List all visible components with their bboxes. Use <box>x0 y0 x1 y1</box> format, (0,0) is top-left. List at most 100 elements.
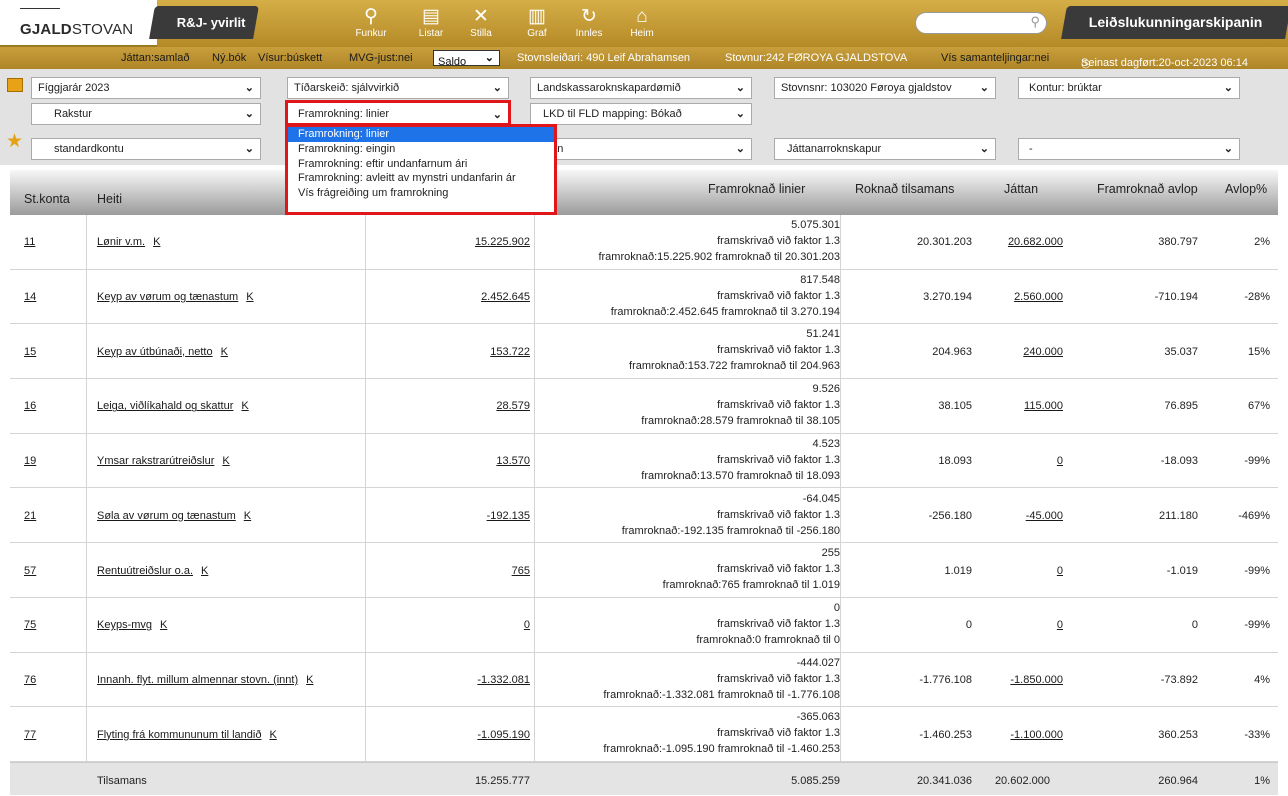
jattan-link[interactable]: 2.560.000 <box>988 291 1063 303</box>
k-link[interactable]: K <box>306 674 313 686</box>
projection-detail: framroknað:-1.095.190 framroknað til -1.… <box>603 743 840 756</box>
account-name-link[interactable]: Innanh. flyt. millum almennar stovn. (in… <box>97 674 298 686</box>
mvg-info[interactable]: MVG-just:nei <box>349 52 413 64</box>
saldo-select[interactable]: Saldo ⌄ <box>433 50 500 68</box>
jattan-link[interactable]: 115.000 <box>988 400 1063 412</box>
mapping-select[interactable]: LKD til FLD mapping: Bókað ⌄ <box>530 103 752 125</box>
header-framroknad[interactable]: Framroknað linier <box>708 182 805 196</box>
k-link[interactable]: K <box>221 346 228 358</box>
k-link[interactable]: K <box>153 236 160 248</box>
nav-listar-button[interactable]: ▤ Listar <box>406 6 456 39</box>
header-roknad[interactable]: Roknað tilsamans <box>855 182 954 196</box>
calendar-icon[interactable] <box>7 78 23 92</box>
nav-graf-button[interactable]: ▥ Graf <box>512 6 562 39</box>
jattan-link[interactable]: -1.850.000 <box>988 674 1063 686</box>
table-row: 75 Keyps-mvg K 0 0 framskrivað við faktor 1.3… <box>10 597 1278 653</box>
account-link[interactable]: 11 <box>24 236 35 248</box>
nav-stilla-button[interactable]: ✕ Stilla <box>456 6 506 39</box>
dash-select[interactable]: - ⌄ <box>1018 138 1240 160</box>
home-icon: ⌂ <box>636 6 648 27</box>
account-name-cell: Keyps-mvg K <box>97 619 167 631</box>
k-link[interactable]: K <box>241 400 248 412</box>
table-row: 19 Ymsar rakstrarútreiðslur K 13.570 4.523 fr… <box>10 433 1278 489</box>
dropdown-option[interactable]: Vís frágreiðing um framrokning <box>288 186 554 201</box>
budget-accounts-select[interactable]: Játtanarroknskapur ⌄ <box>774 138 996 160</box>
footer-label: Tilsamans <box>97 775 147 787</box>
k-link[interactable]: K <box>246 291 253 303</box>
logo[interactable]: GJALDSTOVAN <box>0 0 157 47</box>
account-name-link[interactable]: Rentuútreiðslur o.a. <box>97 565 193 577</box>
account-name-link[interactable]: Keyp av vørum og tænastum <box>97 291 238 303</box>
samanteljingar-info[interactable]: Vís samanteljingar:nei <box>941 52 1049 64</box>
jattan-link[interactable]: -1.100.000 <box>988 729 1063 741</box>
header-avlop-pct[interactable]: Avlop% <box>1225 182 1267 196</box>
unit-tab[interactable]: R&J- yvirlit <box>149 6 259 39</box>
logo-rule <box>20 8 60 9</box>
account-link[interactable]: 57 <box>24 565 36 577</box>
account-link[interactable]: 77 <box>24 729 36 741</box>
dropdown-option[interactable]: Framrokning: eingin <box>288 142 554 157</box>
account-name-link[interactable]: Keyp av útbúnaði, netto <box>97 346 213 358</box>
account-name-link[interactable]: Leiga, viðlíkahald og skattur <box>97 400 233 412</box>
account-link[interactable]: 16 <box>24 400 36 412</box>
account-link[interactable]: 14 <box>24 291 36 303</box>
nav-funkur-button[interactable]: ⚲ Funkur <box>346 6 396 39</box>
account-name-link[interactable]: Lønir v.m. <box>97 236 145 248</box>
k-link[interactable]: K <box>160 619 167 631</box>
k-link[interactable]: K <box>244 510 251 522</box>
nav-label: Stilla <box>470 28 492 39</box>
k-link[interactable]: K <box>269 729 276 741</box>
year-select[interactable]: Fíggjarár 2023 ⌄ <box>31 77 261 99</box>
account-link[interactable]: 75 <box>24 619 36 631</box>
chevron-down-icon: ⌄ <box>492 109 502 121</box>
header-avlop[interactable]: Framroknað avlop <box>1097 182 1198 196</box>
footer-avlop: 260.964 <box>1158 775 1198 787</box>
account-name-link[interactable]: Keyps-mvg <box>97 619 152 631</box>
operations-select[interactable]: Rakstur ⌄ <box>31 103 261 125</box>
nybok-info[interactable]: Ný.bók <box>212 52 246 64</box>
account-name-link[interactable]: Flyting frá kommununum til landið <box>97 729 261 741</box>
header-heiti[interactable]: Heiti <box>97 192 122 206</box>
visur-info[interactable]: Vísur:búskett <box>258 52 322 64</box>
dropdown-option[interactable]: Framrokning: linier <box>288 127 554 142</box>
jattan-link[interactable]: 0 <box>988 619 1063 631</box>
jattan-link[interactable]: 0 <box>988 565 1063 577</box>
account-name-link[interactable]: Ymsar rakstrarútreiðslur <box>97 455 214 467</box>
star-icon[interactable]: ★ <box>6 132 23 151</box>
jattan-link[interactable]: 0 <box>988 455 1063 467</box>
jattan-info[interactable]: Játtan:samlað <box>121 52 189 64</box>
search-input[interactable]: ⚲ <box>915 12 1047 34</box>
budget-select[interactable]: ttan⌄ <box>530 138 752 160</box>
projection-dropdown[interactable]: Framrokning: linier Framrokning: eingin Fr… <box>285 124 557 215</box>
account-link[interactable]: 15 <box>24 346 36 358</box>
k-link[interactable]: K <box>222 455 229 467</box>
dropdown-option[interactable]: Framrokning: eftir undanfarnum ári <box>288 157 554 172</box>
nav-heim-button[interactable]: ⌂ Heim <box>617 6 667 39</box>
account-link[interactable]: 76 <box>24 674 36 686</box>
header-stkonta[interactable]: St.konta <box>24 192 70 206</box>
account-link[interactable]: 19 <box>24 455 36 467</box>
nav-label: Funkur <box>355 28 387 39</box>
projection-select[interactable]: Framrokning: linier ⌄ <box>285 100 511 126</box>
standard-account-select[interactable]: standardkontu ⌄ <box>31 138 261 160</box>
account-name-link[interactable]: Søla av vørum og tænastum <box>97 510 236 522</box>
avlop-pct-cell: 67% <box>1247 400 1270 413</box>
accounts-select[interactable]: Kontur: brúktar ⌄ <box>1018 77 1240 99</box>
footer-value: 15.255.777 <box>474 775 530 787</box>
institution-select[interactable]: Stovnsnr: 103020 Føroya gjaldstov ⌄ <box>774 77 996 99</box>
avlop-pct-cell: 4% <box>1254 673 1270 686</box>
dropdown-option[interactable]: Framrokning: avleitt av mynstri undanfar… <box>288 171 554 186</box>
column-divider <box>86 215 87 762</box>
organisation-tab[interactable]: Leiðslukunningarskipanin <box>1061 6 1288 39</box>
jattan-link[interactable]: -45.000 <box>988 510 1063 522</box>
header-jattan[interactable]: Játtan <box>1004 182 1038 196</box>
k-link[interactable]: K <box>201 565 208 577</box>
period-select[interactable]: Tíðarskeið: sjálvvirkið ⌄ <box>287 77 509 99</box>
account-link[interactable]: 21 <box>24 510 36 522</box>
jattan-link[interactable]: 240.000 <box>988 346 1063 358</box>
projection-factor: framskrivað við faktor 1.3 <box>717 344 840 357</box>
nav-innles-button[interactable]: ↻ Innles <box>564 6 614 39</box>
jattan-link[interactable]: 20.682.000 <box>988 236 1063 248</box>
accounting-domain-select[interactable]: Landskassaroknskapardømið ⌄ <box>530 77 752 99</box>
chevron-down-icon: ⌄ <box>244 143 254 155</box>
